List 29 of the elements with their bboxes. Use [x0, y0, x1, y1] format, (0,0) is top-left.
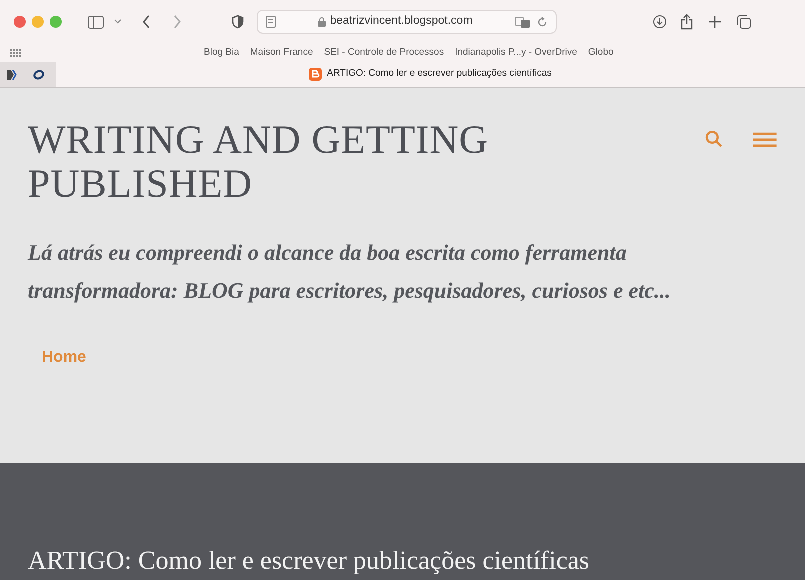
extension-icon[interactable]	[7, 70, 17, 80]
tabs-overview-icon[interactable]	[737, 15, 751, 29]
shield-icon[interactable]	[232, 15, 244, 29]
blogger-icon	[309, 68, 322, 81]
bookmark-link[interactable]: Maison France	[250, 46, 314, 60]
search-icon[interactable]	[705, 130, 724, 148]
url-text: beatrizvincent.blogspot.com	[330, 14, 473, 30]
back-icon[interactable]	[142, 15, 151, 29]
lock-icon	[318, 17, 326, 27]
blog-description: Lá atrás eu compreendi o alcance da boa escrita como ferramenta transformadora: BLOG para escritores, pesquisadores, curiosos e etc...	[28, 239, 672, 305]
plus-icon[interactable]	[709, 16, 721, 28]
share-icon[interactable]	[681, 14, 693, 30]
reader-icon[interactable]	[266, 16, 276, 28]
address-bar[interactable]: beatrizvincent.blogspot.com	[257, 10, 557, 34]
bookmark-link[interactable]: Blog Bia	[204, 46, 240, 60]
close-window-button[interactable]	[14, 16, 26, 28]
bookmark-link[interactable]: Indianapolis P...y - OverDrive	[455, 46, 578, 60]
menu-icon[interactable]	[753, 132, 777, 148]
reload-icon[interactable]	[537, 16, 548, 28]
translate-icon[interactable]	[515, 16, 531, 28]
ring-icon[interactable]	[33, 70, 45, 80]
bookmark-link[interactable]: Globo	[588, 46, 614, 60]
sidebar-icon[interactable]	[88, 16, 104, 28]
chevron-down-icon[interactable]	[114, 19, 122, 25]
blog-title: WRITING AND GETTING PUBLISHED	[28, 118, 490, 206]
post-title: ARTIGO: Como ler e escrever publicações científicas	[28, 545, 591, 577]
bookmark-link[interactable]: SEI - Controle de Processos	[324, 46, 444, 60]
download-icon[interactable]	[653, 15, 667, 29]
grid-icon[interactable]	[10, 49, 22, 57]
